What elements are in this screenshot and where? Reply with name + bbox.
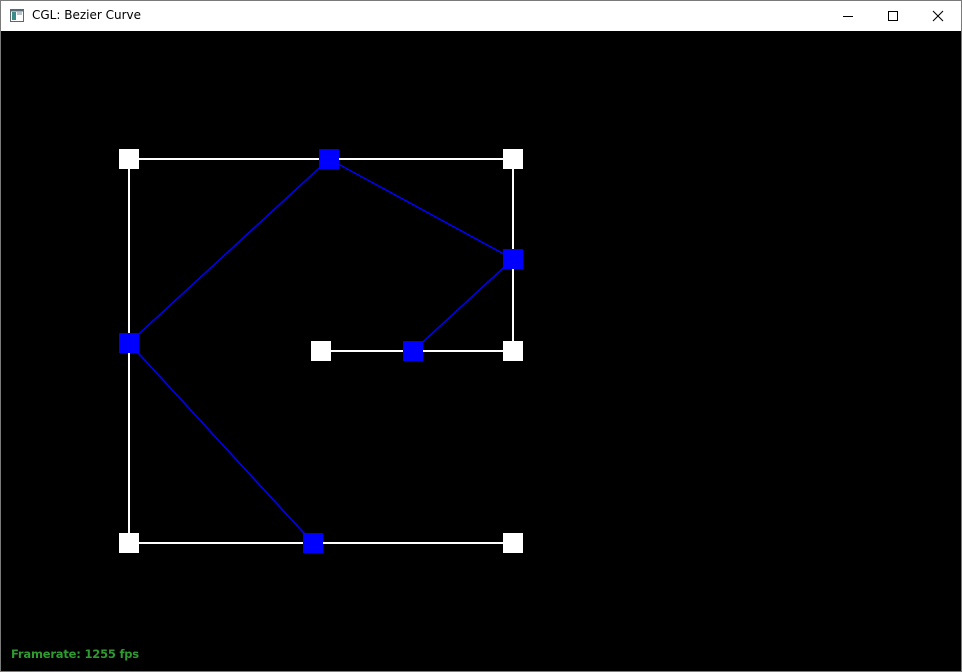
- bezier-scene[interactable]: [1, 31, 961, 671]
- app-icon: [10, 9, 24, 22]
- evaluated-point: [303, 533, 323, 553]
- maximize-button[interactable]: [870, 1, 916, 31]
- close-button[interactable]: [915, 1, 961, 31]
- control-point[interactable]: [503, 533, 523, 553]
- minimize-button[interactable]: [825, 1, 871, 31]
- control-point[interactable]: [311, 341, 331, 361]
- application-window: CGL: Bezier Curve Framerate: 1255 fps: [0, 0, 962, 672]
- maximize-icon: [888, 11, 898, 21]
- title-bar[interactable]: CGL: Bezier Curve: [1, 1, 961, 31]
- evaluated-point: [319, 149, 339, 169]
- control-point[interactable]: [503, 341, 523, 361]
- evaluated-point: [503, 249, 523, 269]
- render-canvas[interactable]: Framerate: 1255 fps: [1, 31, 961, 671]
- minimize-icon: [843, 16, 853, 17]
- window-title: CGL: Bezier Curve: [32, 8, 142, 22]
- evaluated-point: [403, 341, 423, 361]
- control-polygon: [129, 158, 514, 352]
- evaluated-point: [119, 333, 139, 353]
- control-point[interactable]: [119, 533, 139, 553]
- framerate-label: Framerate: 1255 fps: [11, 647, 139, 661]
- control-point[interactable]: [503, 149, 523, 169]
- control-point[interactable]: [119, 149, 139, 169]
- close-icon: [932, 10, 944, 22]
